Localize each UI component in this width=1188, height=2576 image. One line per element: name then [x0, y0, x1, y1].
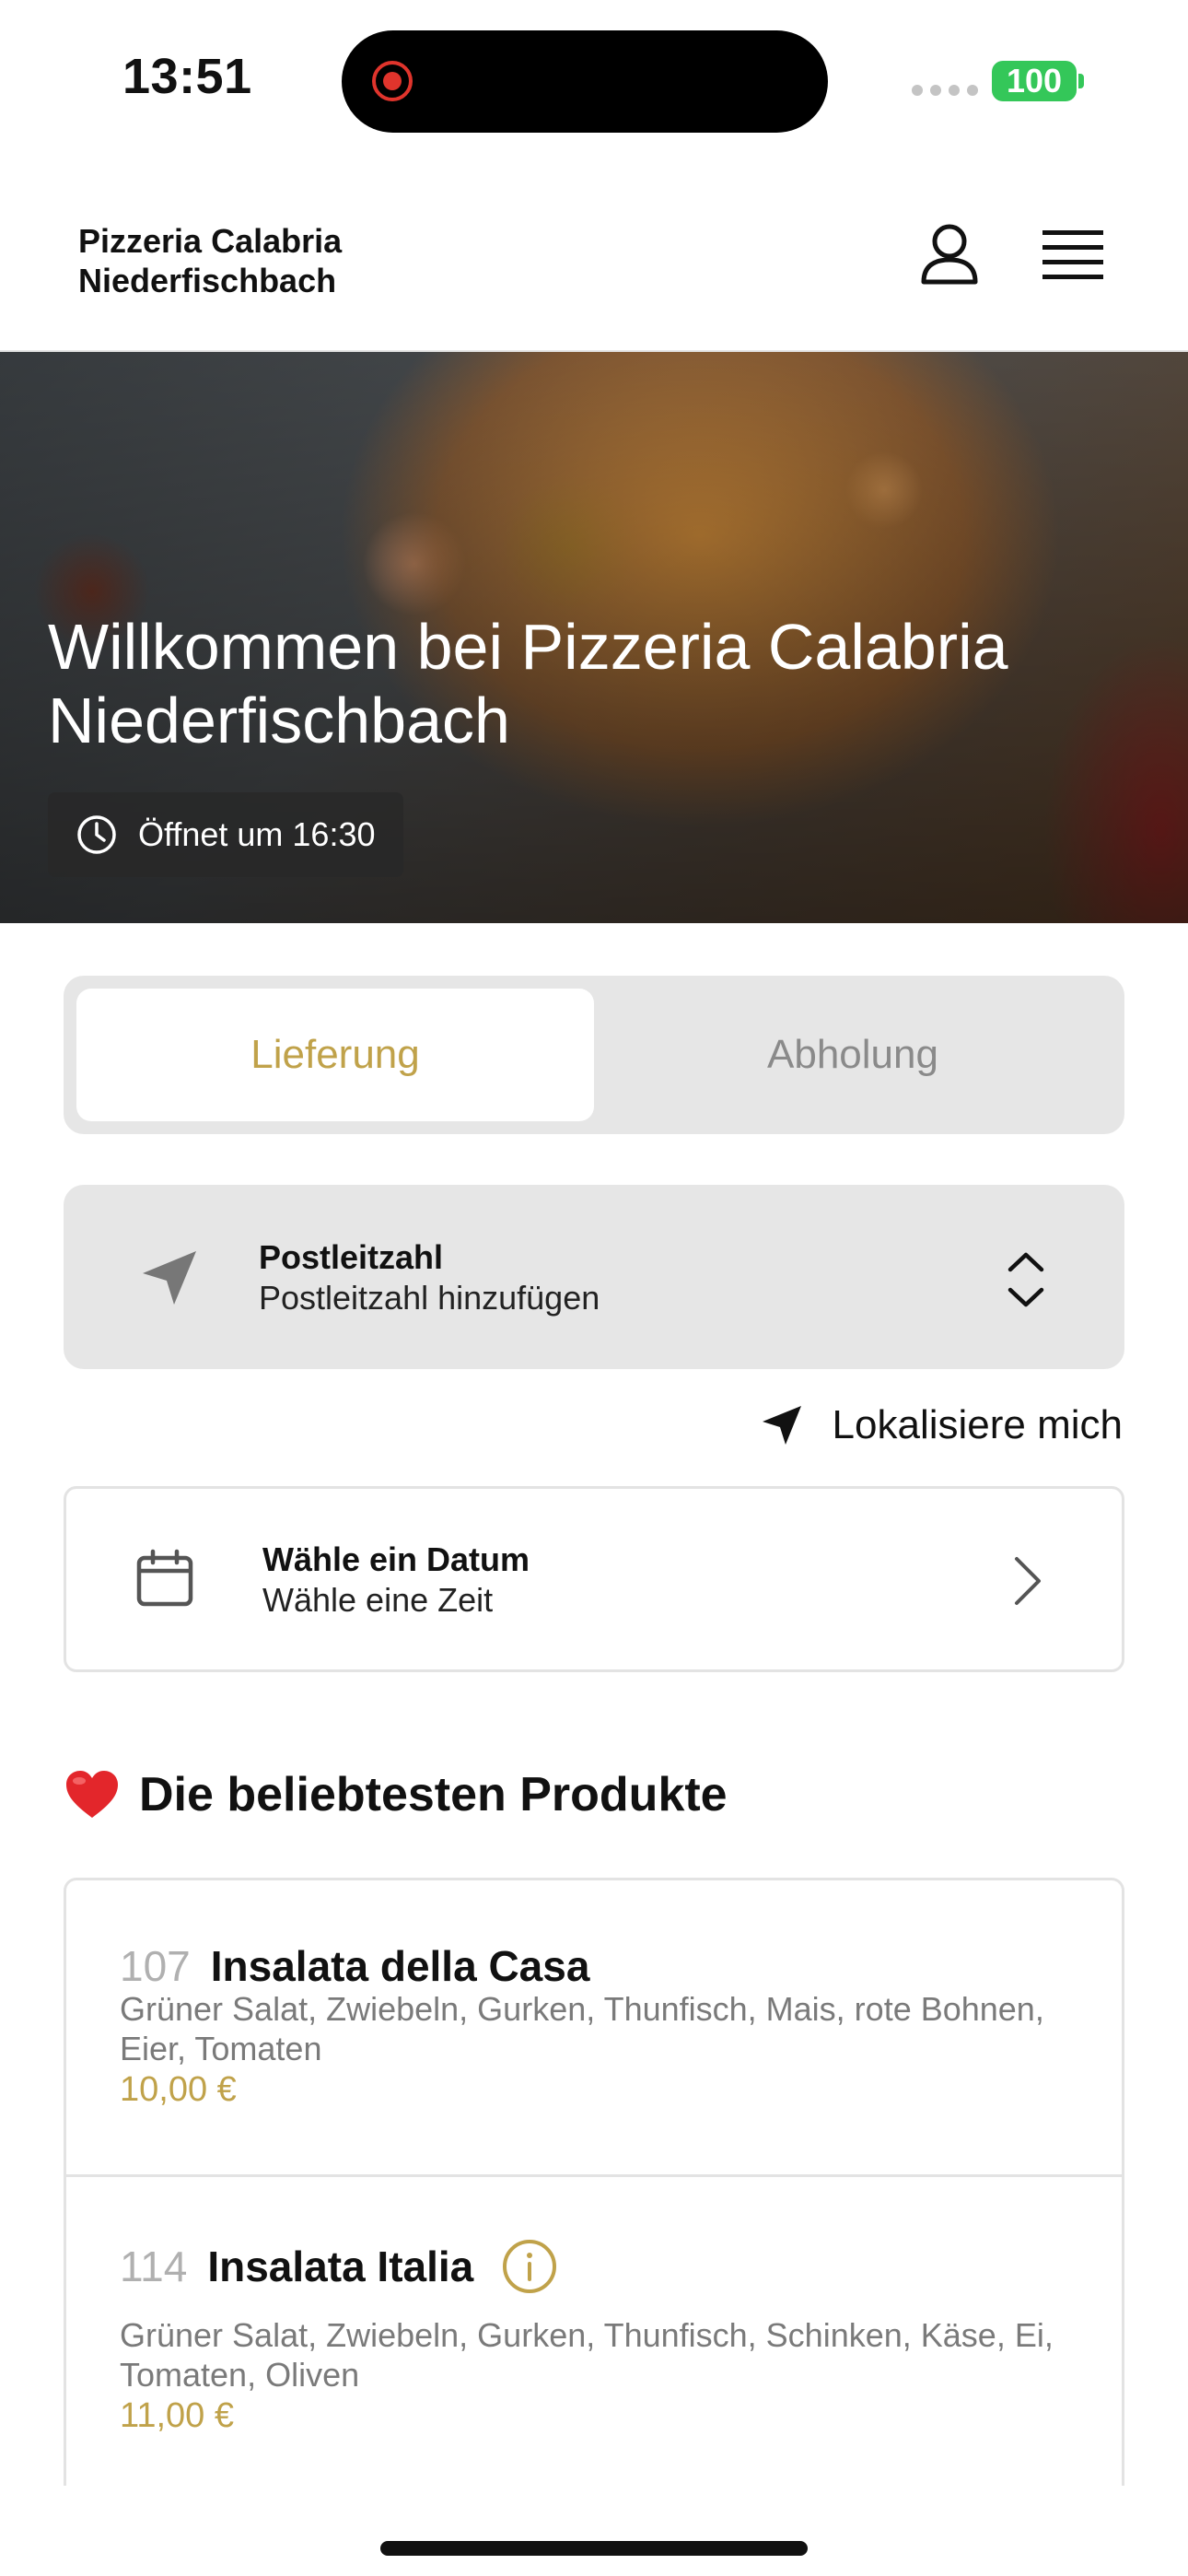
product-number: 107 [120, 1942, 191, 1990]
locate-me-label: Lokalisiere mich [832, 1402, 1123, 1447]
shop-name-line2: Niederfischbach [78, 262, 337, 299]
product-price: 11,00 € [120, 2396, 234, 2435]
location-arrow-icon [143, 1251, 196, 1305]
signal-icon [912, 85, 978, 96]
recording-indicator-icon [372, 61, 413, 101]
shop-name-line1: Pizzeria Calabria [78, 222, 343, 260]
popular-products-heading: Die beliebtesten Produkte [64, 1767, 728, 1822]
date-time-picker[interactable]: Wähle ein Datum Wähle eine Zeit [64, 1486, 1124, 1672]
heart-icon [66, 1771, 118, 1818]
tab-pickup[interactable]: Abholung [594, 989, 1112, 1121]
shop-name[interactable]: Pizzeria Calabria Niederfischbach [78, 221, 539, 300]
locate-me-button[interactable]: Lokalisiere mich [759, 1402, 1123, 1448]
postcode-placeholder: Postleitzahl hinzufügen [259, 1279, 600, 1317]
postcode-label: Postleitzahl [259, 1238, 444, 1276]
calendar-icon [136, 1549, 193, 1607]
location-arrow-icon [762, 1406, 801, 1445]
product-description: Grüner Salat, Zwiebeln, Gurken, Thunfisc… [120, 1990, 1044, 2067]
user-icon[interactable] [916, 221, 983, 287]
opening-time-text: Öffnet um 16:30 [138, 815, 376, 853]
product-list: 107 Insalata della Casa Grüner Salat, Zw… [64, 1878, 1124, 2486]
hamburger-menu-icon[interactable] [1041, 228, 1105, 282]
product-price: 10,00 € [120, 2070, 237, 2109]
chevron-up-down-icon [1007, 1252, 1044, 1307]
order-mode-toggle: Lieferung Abholung [64, 976, 1124, 1134]
postcode-selector[interactable]: Postleitzahl Postleitzahl hinzufügen [64, 1185, 1124, 1369]
tab-delivery[interactable]: Lieferung [76, 989, 594, 1121]
product-description: Grüner Salat, Zwiebeln, Gurken, Thunfisc… [120, 2316, 1054, 2394]
app-header: Pizzeria Calabria Niederfischbach [0, 157, 1188, 352]
chevron-right-icon [1015, 1557, 1041, 1605]
home-indicator[interactable] [380, 2541, 808, 2556]
hero-banner: Willkommen bei Pizzeria Calabria Niederf… [0, 352, 1188, 923]
battery-icon: 100 [992, 61, 1077, 101]
dynamic-island [342, 30, 828, 133]
popular-products-title: Die beliebtesten Produkte [139, 1768, 728, 1821]
hero-title: Willkommen bei Pizzeria Calabria Niederf… [48, 611, 1008, 756]
product-header: 107 Insalata della Casa [120, 1941, 589, 1991]
date-label: Wähle ein Datum [262, 1540, 530, 1578]
status-bar: 13:51 100 [0, 0, 1188, 157]
product-name: Insalata Italia [207, 2242, 474, 2290]
product-item[interactable]: 107 Insalata della Casa Grüner Salat, Zw… [66, 1880, 1122, 2177]
info-icon[interactable] [501, 2238, 558, 2295]
time-label: Wähle eine Zeit [262, 1581, 494, 1619]
opening-time-badge: Öffnet um 16:30 [48, 792, 403, 877]
battery-tip [1078, 74, 1084, 88]
status-time: 13:51 [122, 49, 252, 104]
clock-icon [77, 815, 116, 854]
product-name: Insalata della Casa [210, 1942, 590, 1990]
product-header: 114 Insalata Italia [120, 2238, 558, 2295]
product-item[interactable]: 114 Insalata Italia Grüner Salat, Zwiebe… [66, 2177, 1122, 2486]
product-number: 114 [120, 2242, 188, 2290]
